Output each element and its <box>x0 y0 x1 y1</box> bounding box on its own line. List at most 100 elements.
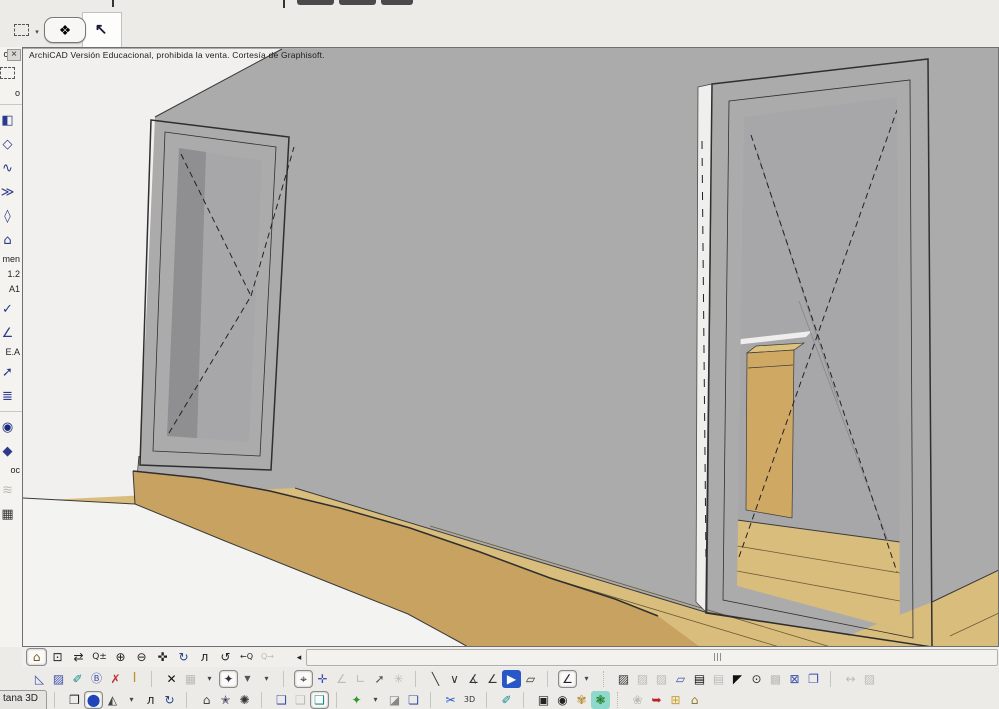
arc-angle-button[interactable]: ∨ <box>445 670 464 688</box>
fit-in-window-button[interactable]: ⌂ <box>26 648 47 666</box>
scrollbar-grip[interactable] <box>714 652 722 661</box>
brush-3d-button[interactable]: ✐ <box>497 691 516 709</box>
perpendicular-button: ∟ <box>351 670 370 688</box>
walk-button[interactable]: л <box>194 648 215 666</box>
dimension-tool-icon[interactable]: ∠ <box>0 321 22 345</box>
suspend-groups-button[interactable]: ✦ <box>219 669 238 688</box>
marquee-tool-button[interactable] <box>8 18 34 42</box>
explode-view-button[interactable]: ✺ <box>235 691 254 709</box>
offset-line-button[interactable]: ╲ <box>426 670 445 688</box>
arrow-annotation-icon[interactable]: ➚ <box>0 360 22 384</box>
horizontal-scrollbar[interactable] <box>306 648 998 666</box>
show-3d-button[interactable]: 3D <box>460 691 479 709</box>
next-zoom-icon: Q→ <box>261 652 274 661</box>
upload-model-button[interactable]: ⌂ <box>685 691 704 709</box>
walk-mode-button[interactable]: л <box>141 691 160 709</box>
play-coordinates-button[interactable]: ▶ <box>502 669 521 688</box>
relative-angle-button[interactable]: ∠ <box>558 669 577 688</box>
gravity-button[interactable]: ▼ <box>238 670 257 688</box>
look-to-button[interactable]: ✭ <box>216 691 235 709</box>
fill-pattern-icon[interactable]: ▨ <box>49 670 68 688</box>
pan-zoom-button[interactable]: ⇄ <box>68 648 89 666</box>
perspective-button[interactable]: ⬤ <box>84 690 104 709</box>
check-tool-icon[interactable]: ✓ <box>0 297 22 321</box>
selection-target-button[interactable]: ⊙ <box>747 670 766 688</box>
lines-tool-icon[interactable]: ≣ <box>0 384 22 408</box>
photo-render-button[interactable]: ▣ <box>534 691 553 709</box>
detach-button[interactable]: ✕ <box>162 670 181 688</box>
hatch-angle-icon: ▨ <box>863 671 876 686</box>
add-element-button[interactable]: ✦ <box>347 691 366 709</box>
arrow-tool-button[interactable]: ↖ <box>88 16 114 42</box>
rendering-duck-button[interactable]: ✾ <box>572 691 591 709</box>
section-fill-button[interactable]: ▤ <box>690 670 709 688</box>
marquee-dropdown-arrow[interactable]: ▾ <box>32 26 42 38</box>
roof-tool-icon[interactable]: ⌂ <box>0 228 22 252</box>
level-dim-label: 1.2 <box>7 269 20 279</box>
render-settings-button[interactable]: ◉ <box>553 691 572 709</box>
home-view-button[interactable]: ⌂ <box>197 691 216 709</box>
zoom-out-button[interactable]: ⊖ <box>131 648 152 666</box>
paint-eraser-button[interactable]: ❖ <box>44 17 86 43</box>
scroll-left-button[interactable]: ◂ <box>292 648 306 666</box>
marquee-tool-icon[interactable] <box>0 62 22 86</box>
3d-viewport[interactable]: ArchiCAD Versión Educacional, prohibida … <box>22 47 999 647</box>
cursor-snap-button[interactable]: ⌖ <box>294 669 313 688</box>
scene-canvas <box>23 48 998 646</box>
pan-hand-button[interactable]: ✜ <box>152 648 173 666</box>
magic-wand-button[interactable]: ◤ <box>728 670 747 688</box>
zoom-in-button[interactable]: ⊕ <box>110 648 131 666</box>
axonometry-box-button[interactable]: ❒ <box>65 691 84 709</box>
refresh-zoom-button[interactable]: ↺ <box>215 648 236 666</box>
previous-zoom-button[interactable]: ←Q <box>236 648 257 666</box>
gravity-dropdown-arrow[interactable]: ▾ <box>257 670 276 688</box>
projection-settings-button[interactable]: ◭ <box>103 691 122 709</box>
publish-note-button[interactable]: ⊞ <box>666 691 685 709</box>
wall-tool-icon[interactable]: ◧ <box>0 108 22 132</box>
send-model-button[interactable]: ➥ <box>647 691 666 709</box>
grid-snap-button: ▦ <box>181 670 200 688</box>
marquee-lock-icon: ⊠ <box>789 671 800 686</box>
fill-slope-icon[interactable]: ◺ <box>30 670 49 688</box>
zoom-window-button[interactable]: ⊡ <box>47 648 68 666</box>
orbit-mode-button[interactable]: ↻ <box>160 691 179 709</box>
duplicate-layers-button[interactable]: ❐ <box>804 670 823 688</box>
eraser-button[interactable]: ◪ <box>385 691 404 709</box>
tab-ventana-3d[interactable]: tana 3D <box>0 690 48 709</box>
object-tool-icon[interactable]: ≫ <box>0 180 22 204</box>
duplicate-layers-icon: ❐ <box>808 671 819 686</box>
slab-tool-icon[interactable]: ◊ <box>0 204 22 228</box>
relative-angle-dropdown[interactable]: ▾ <box>577 670 596 688</box>
banner-close-button[interactable]: × <box>7 49 21 61</box>
window-tool-icon[interactable]: ∿ <box>0 156 22 180</box>
add-element-dropdown: ▾ <box>373 694 378 704</box>
zoom-in-out-icon: Q± <box>92 651 107 662</box>
camera-tool-icon[interactable]: ◉ <box>0 415 22 439</box>
label-button[interactable]: Ⓑ <box>87 670 106 688</box>
column-profile-button[interactable]: I <box>125 670 144 688</box>
zoom-in-out-button[interactable]: Q± <box>89 648 110 666</box>
grid-dropdown-arrow[interactable]: ▾ <box>200 670 219 688</box>
orbit-button[interactable]: ↻ <box>173 648 194 666</box>
paintbrush-button[interactable]: ✐ <box>68 670 87 688</box>
open-document-button[interactable]: ❏ <box>404 691 423 709</box>
slab-contour-button[interactable]: ▱ <box>671 670 690 688</box>
door-tool-icon[interactable]: ◇ <box>0 132 22 156</box>
direction-constraint-button[interactable]: ∠ <box>483 670 502 688</box>
fill-display-button[interactable]: ▨ <box>614 670 633 688</box>
projection-dropdown-arrow[interactable]: ▾ <box>122 691 141 709</box>
capture-view-button[interactable]: ❑ <box>310 690 330 709</box>
rotated-grid-button[interactable]: ▱ <box>521 670 540 688</box>
photorender-scene-button[interactable]: ❃ <box>591 690 611 709</box>
cut-3d-button[interactable]: ✂ <box>441 691 460 709</box>
snap-point-button[interactable]: ✛ <box>313 670 332 688</box>
add-element-dropdown[interactable]: ▾ <box>366 691 385 709</box>
measure-angle-button[interactable]: ∡ <box>464 670 483 688</box>
snap-reference-button[interactable]: ➚ <box>370 670 389 688</box>
delete-redline-button[interactable]: ✗ <box>106 670 125 688</box>
separator <box>523 691 530 708</box>
marquee-lock-button[interactable]: ⊠ <box>785 670 804 688</box>
shape-tool-icon[interactable]: ◆ <box>0 439 22 463</box>
copy-image-button[interactable]: ❑ <box>272 691 291 709</box>
module-tool-icon[interactable]: ▦ <box>0 502 22 526</box>
